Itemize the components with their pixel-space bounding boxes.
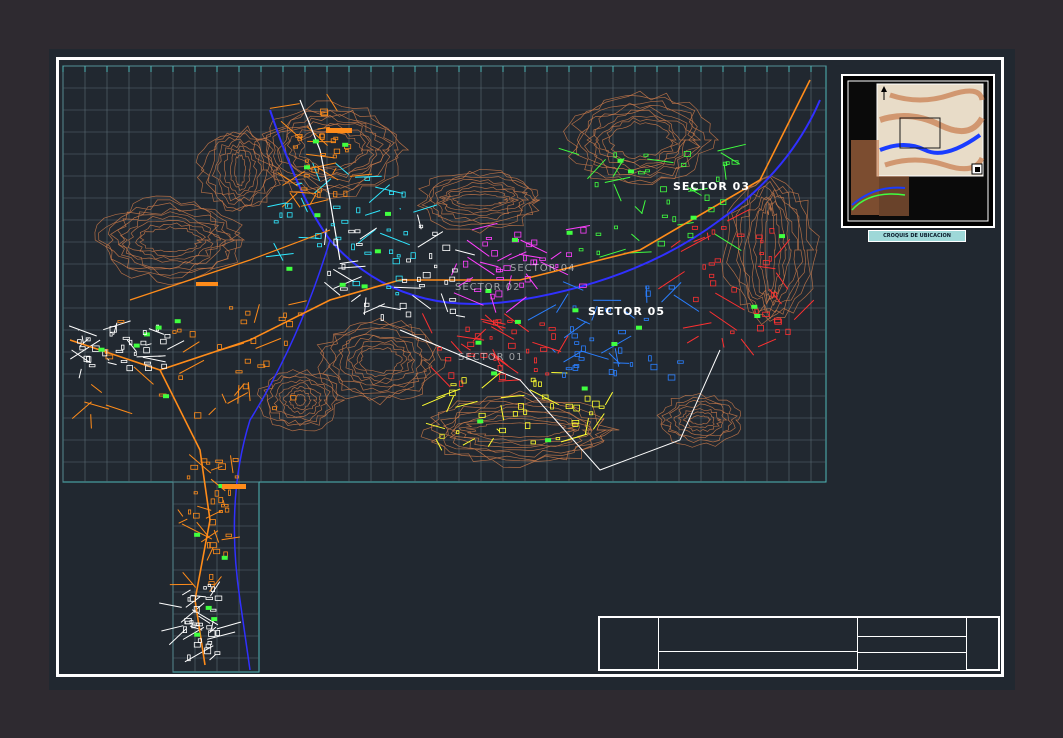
title-block-info-cell-1 <box>857 617 967 637</box>
title-block-logo-cell <box>599 617 659 670</box>
title-block-project-cell <box>658 617 858 652</box>
title-block-sheet-cell <box>966 617 999 670</box>
title-block-subtitle-cell <box>658 651 858 670</box>
title-block-info-cell-2 <box>857 636 967 653</box>
title-block <box>598 616 1000 671</box>
location-sketch-caption: CROQUIS DE UBICACION <box>868 230 966 242</box>
